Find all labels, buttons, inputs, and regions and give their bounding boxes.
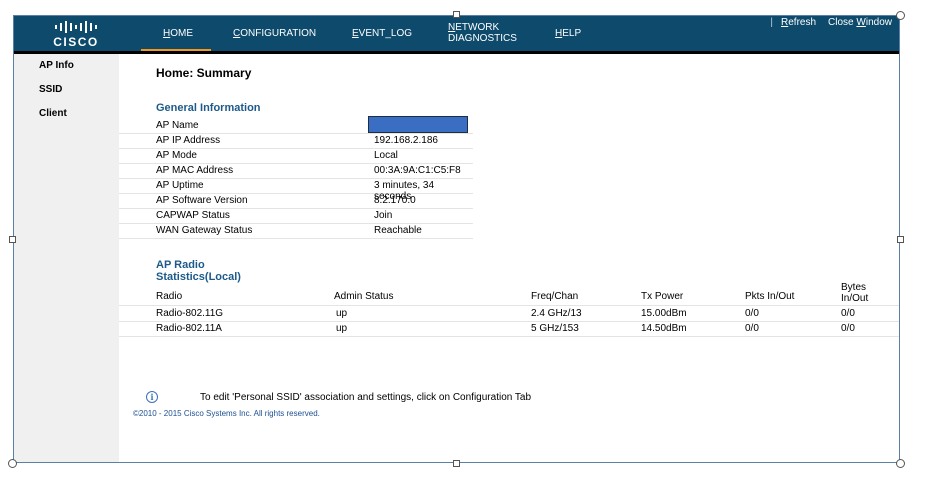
resize-handle-right[interactable] (897, 236, 904, 243)
resize-handle-bottom-left[interactable] (8, 459, 17, 468)
resize-handle-top[interactable] (453, 11, 460, 18)
resize-handle-bottom-right[interactable] (896, 459, 905, 468)
resize-handle-bottom[interactable] (453, 460, 460, 467)
resize-handle-top-right[interactable] (896, 11, 905, 20)
selection-frame (13, 15, 900, 463)
resize-handle-left[interactable] (9, 236, 16, 243)
